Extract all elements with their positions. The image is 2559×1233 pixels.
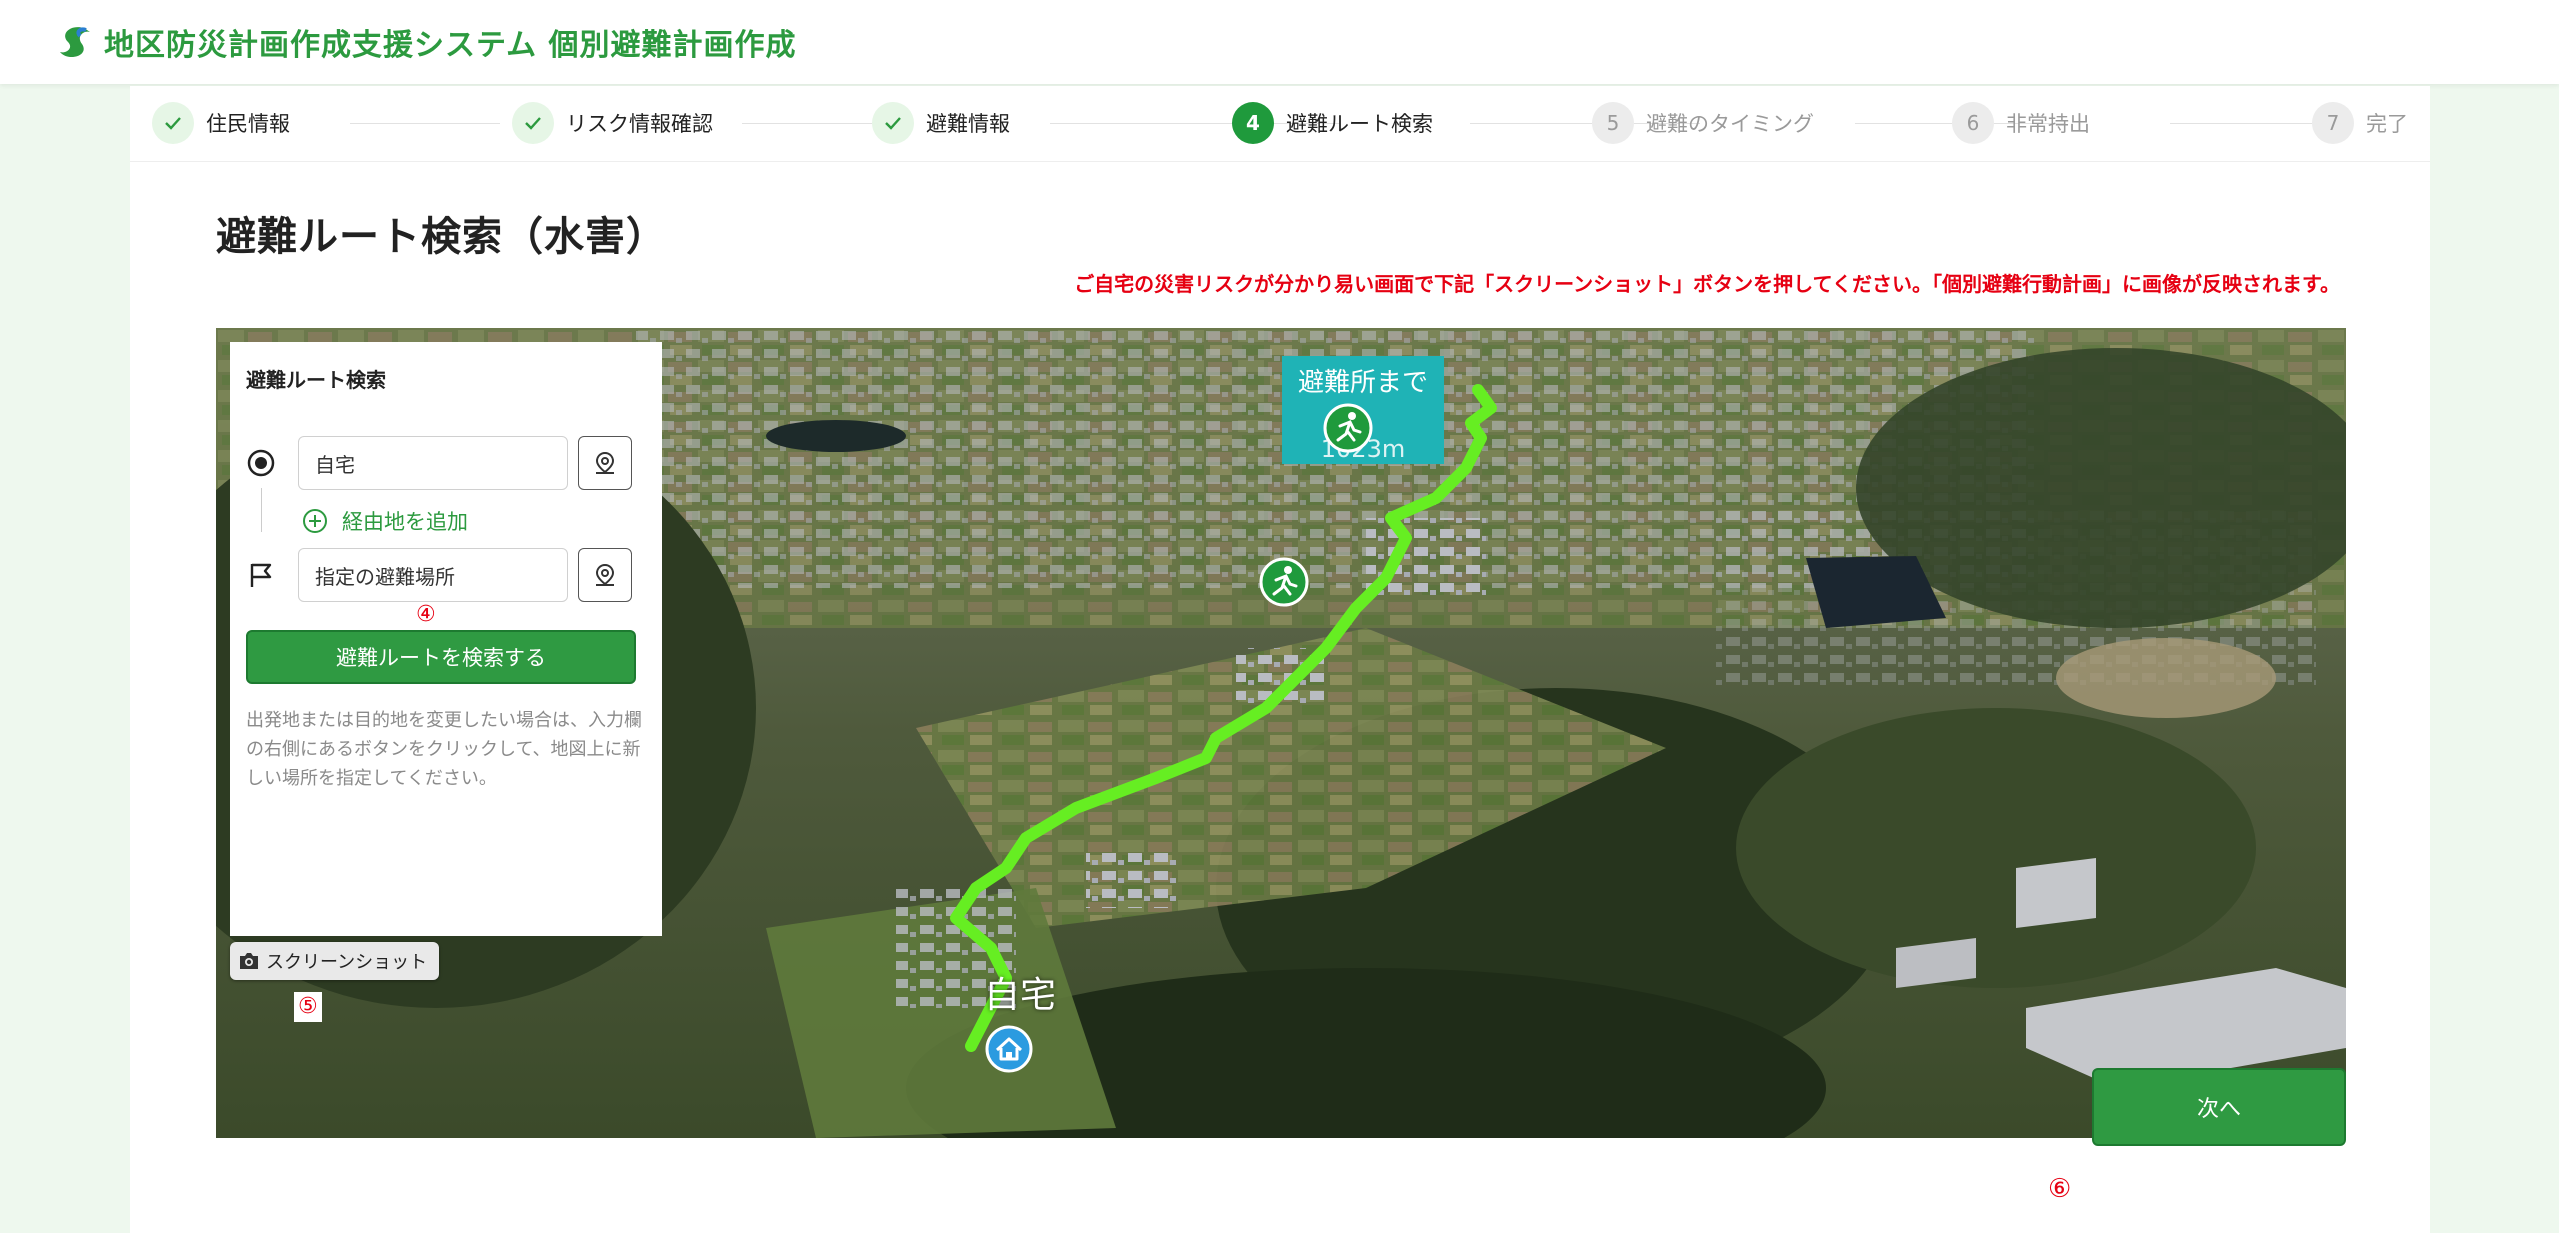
destination-input[interactable]: 指定の避難場所: [298, 548, 568, 602]
step-label: 完了: [2366, 112, 2408, 136]
app-header: 地区防災計画作成支援システム 個別避難計画作成: [0, 0, 2559, 84]
route-connector-line: [261, 488, 262, 532]
destination-label: 避難所まで: [1297, 368, 1428, 398]
annotation-marker-4: ④: [416, 602, 436, 627]
app-title: 地区防災計画作成支援システム 個別避難計画作成: [104, 28, 797, 63]
location-pin-icon: [595, 451, 615, 474]
step-timing[interactable]: 5 避難のタイミング: [1592, 102, 1814, 144]
origin-row: 自宅: [246, 436, 632, 490]
radio-selected-icon[interactable]: [246, 448, 276, 478]
camera-icon: [240, 953, 258, 969]
step-label: リスク情報確認: [566, 112, 713, 136]
step-label: 避難のタイミング: [1646, 112, 1814, 136]
step-number: 7: [2312, 102, 2354, 144]
progress-stepper: 住民情報 リスク情報確認 避難情報 4 避難ルート検索 5 避難のタイミング 6…: [130, 86, 2430, 162]
route-search-panel: 避難ルート検索 自宅 経由地を追加 指定の避難場所 ④ 避難ルートを検索する 出…: [230, 342, 662, 936]
route-map[interactable]: 避難所まで 1023m 自宅 避難ルート検索 自宅 経由地を追加 指定の避難場所…: [216, 328, 2346, 1138]
check-icon: [512, 102, 554, 144]
add-waypoint-button[interactable]: 経由地を追加: [302, 506, 468, 536]
step-label: 住民情報: [206, 112, 290, 136]
step-connector: [350, 123, 500, 124]
annotation-marker-6: ⑥: [2048, 1174, 2072, 1204]
panel-title: 避難ルート検索: [246, 368, 386, 392]
page-title: 避難ルート検索（水害）: [216, 214, 667, 260]
step-connector: [742, 123, 882, 124]
home-icon[interactable]: [984, 1024, 1034, 1074]
flag-icon: [250, 563, 272, 587]
screenshot-button[interactable]: スクリーンショット: [230, 942, 440, 980]
step-number: 5: [1592, 102, 1634, 144]
step-number: 6: [1952, 102, 1994, 144]
location-pin-icon: [595, 563, 615, 586]
evacuation-shelter-icon[interactable]: [1322, 402, 1374, 454]
plus-circle-icon: [303, 509, 327, 533]
help-text: 出発地または目的地を変更したい場合は、入力欄の右側にあるボタンをクリックして、地…: [246, 710, 642, 789]
check-icon: [152, 102, 194, 144]
origin-pick-button[interactable]: [578, 436, 632, 490]
step-number: 4: [1232, 102, 1274, 144]
next-button[interactable]: 次へ: [2092, 1068, 2346, 1146]
check-icon: [872, 102, 914, 144]
search-route-button[interactable]: 避難ルートを検索する: [246, 630, 636, 684]
step-route-search[interactable]: 4 避難ルート検索: [1232, 102, 1433, 144]
screenshot-label: スクリーンショット: [266, 952, 428, 973]
step-risk-check[interactable]: リスク情報確認: [512, 102, 713, 144]
destination-row: 指定の避難場所: [246, 548, 632, 602]
destination-pick-button[interactable]: [578, 548, 632, 602]
step-complete[interactable]: 7 完了: [2312, 102, 2408, 144]
add-waypoint-label: 経由地を追加: [342, 510, 468, 534]
step-label: 避難情報: [926, 112, 1010, 136]
main-content: 住民情報 リスク情報確認 避難情報 4 避難ルート検索 5 避難のタイミング 6…: [130, 86, 2430, 1233]
screenshot-notice: ご自宅の災害リスクが分かり易い画面で下記「スクリーンショット」ボタンを押してくだ…: [1074, 272, 2340, 296]
home-label: 自宅: [984, 975, 1057, 1016]
evacuation-site-icon[interactable]: [1258, 556, 1310, 608]
origin-input[interactable]: 自宅: [298, 436, 568, 490]
step-resident-info[interactable]: 住民情報: [152, 102, 290, 144]
step-label: 非常持出: [2006, 112, 2090, 136]
app-logo-icon: [60, 27, 90, 58]
annotation-marker-5: ⑤: [294, 992, 322, 1022]
step-label: 避難ルート検索: [1286, 112, 1433, 136]
step-evacuation-info[interactable]: 避難情報: [872, 102, 1010, 144]
step-emergency-items[interactable]: 6 非常持出: [1952, 102, 2090, 144]
